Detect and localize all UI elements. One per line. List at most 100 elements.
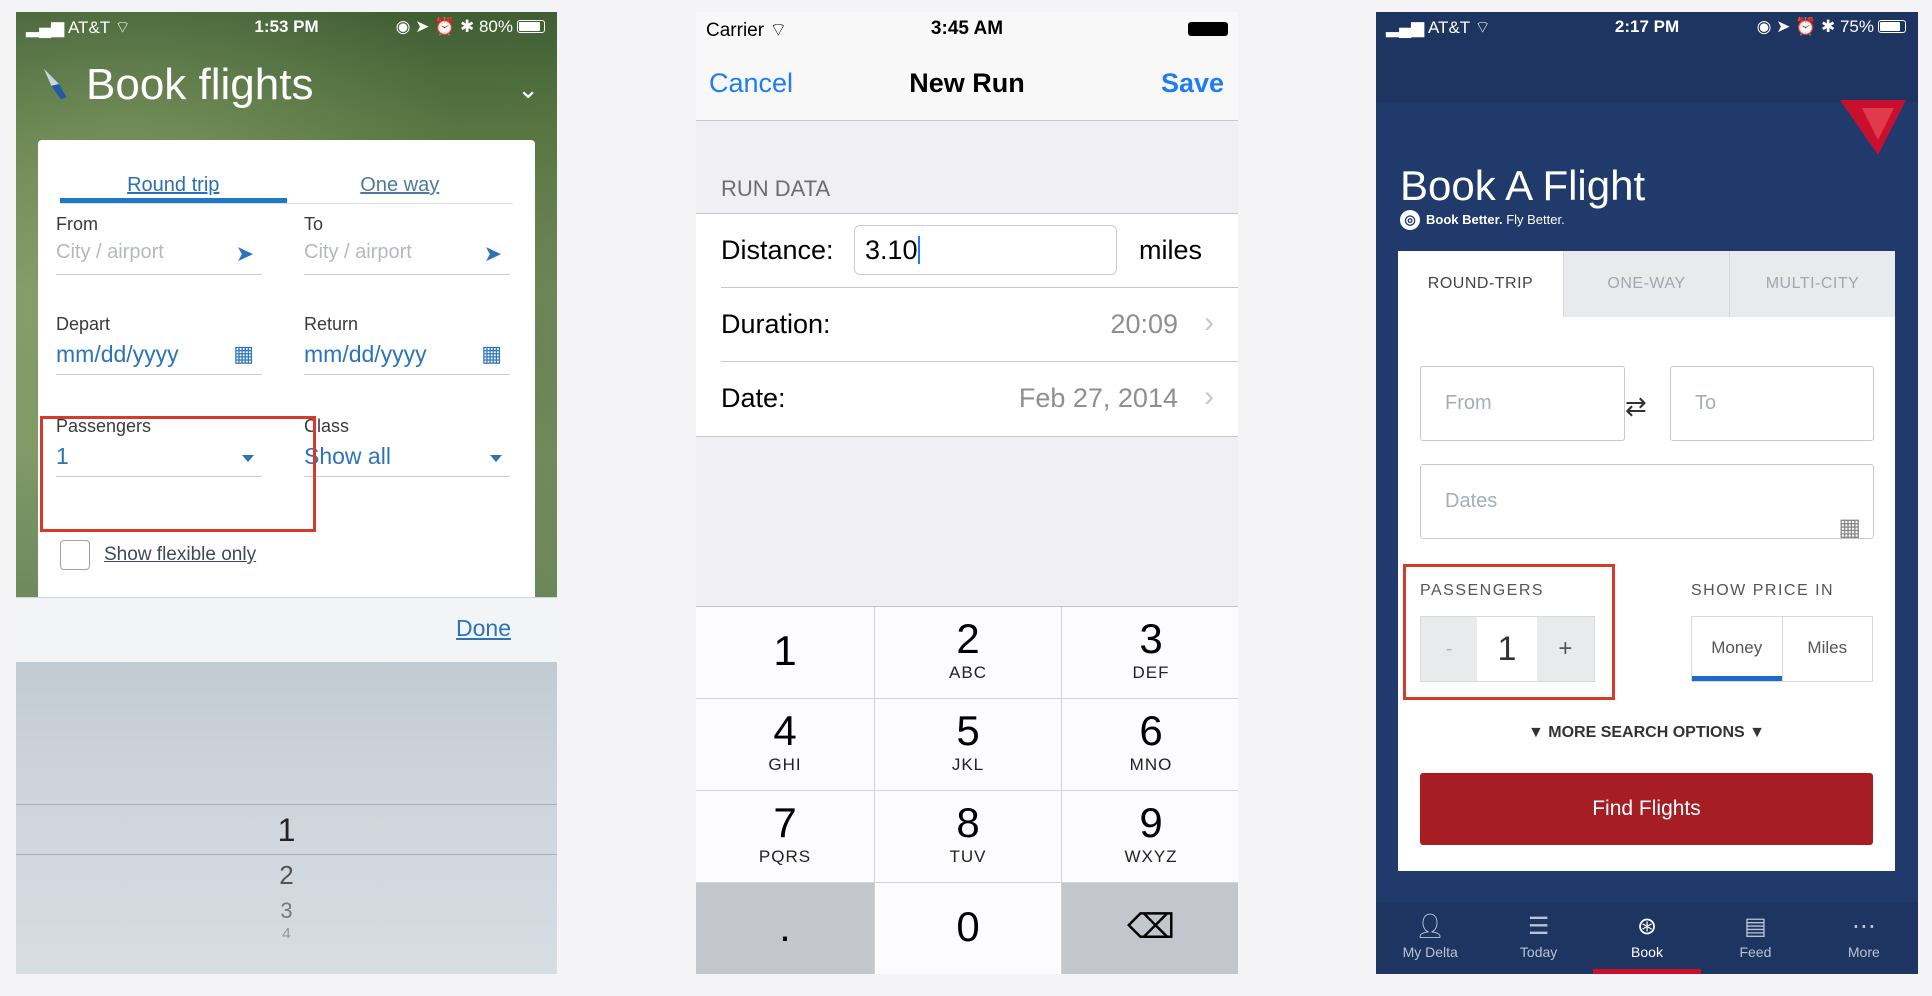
bottom-tab-bar: 👤︎ My Delta ☰ Today ⊛ Book ▤ Feed ⋯ More xyxy=(1376,902,1918,974)
class-label: Class xyxy=(304,416,350,436)
caret-down-icon xyxy=(490,455,502,462)
calendar-icon[interactable]: ▦ xyxy=(481,341,502,367)
battery-indicator: ◉ ➤ ⏰ ✱ 80% xyxy=(396,17,545,37)
page-title: New Run xyxy=(909,68,1025,98)
key-4[interactable]: 4 GHI xyxy=(696,699,874,790)
key-1[interactable]: 1 xyxy=(696,607,874,698)
picker-value[interactable]: 3 xyxy=(16,898,557,924)
depart-date-input[interactable]: mm/dd/yyyy ▦ xyxy=(56,341,262,375)
chevron-right-icon: › xyxy=(1204,306,1214,339)
flexible-option: Show flexible only xyxy=(60,540,256,570)
page-title: Book A Flight xyxy=(1400,162,1646,209)
feed-icon: ▤ xyxy=(1744,913,1767,940)
duration-row[interactable]: Duration: 20:09 › xyxy=(721,288,1238,362)
swap-icon[interactable]: ⇄ xyxy=(1625,391,1647,422)
tab-one-way[interactable]: One way xyxy=(287,170,514,203)
key-5[interactable]: 5 JKL xyxy=(875,699,1061,790)
class-select[interactable]: Show all xyxy=(304,443,510,477)
tab-one-way[interactable]: ONE-WAY xyxy=(1563,251,1729,317)
duration-label: Duration: xyxy=(721,309,831,339)
picker-value[interactable]: 2 xyxy=(16,860,557,891)
status-bar: ▂▄▆ AT&T ⌔ 1:53 PM ◉ ➤ ⏰ ✱ 80% xyxy=(16,12,557,42)
tab-round-trip[interactable]: Round trip xyxy=(60,170,287,203)
chevron-down-icon[interactable]: ⌄ xyxy=(517,74,539,105)
trip-type-tabs: ROUND-TRIP ONE-WAY MULTI-CITY xyxy=(1398,251,1895,317)
passenger-picker[interactable]: 1 2 3 4 xyxy=(16,662,557,974)
to-input[interactable]: To xyxy=(1670,366,1874,441)
show-price-label: SHOW PRICE IN xyxy=(1691,582,1835,599)
key-7[interactable]: 7 PQRS xyxy=(696,791,874,882)
duration-value: 20:09 xyxy=(1110,309,1178,339)
booking-panel: ROUND-TRIP ONE-WAY MULTI-CITY From ⇄ To … xyxy=(1398,251,1895,871)
tab-my-delta[interactable]: 👤︎ My Delta xyxy=(1376,902,1484,974)
dates-input[interactable]: Dates xyxy=(1420,464,1874,539)
tab-round-trip[interactable]: ROUND-TRIP xyxy=(1398,251,1563,317)
navigation-bar: Carrier ⌔ 3:45 AM Cancel New Run Save xyxy=(696,12,1238,121)
picker-value[interactable]: 4 xyxy=(16,926,557,938)
flexible-label[interactable]: Show flexible only xyxy=(104,544,256,566)
tab-book[interactable]: ⊛ Book xyxy=(1592,902,1702,974)
run-data-table: Distance: 3.10 miles Duration: 20:09 › D… xyxy=(696,213,1238,437)
page-title: Book flights xyxy=(86,60,314,109)
status-bar: Carrier ⌔ 3:45 AM xyxy=(696,12,1238,42)
done-button[interactable]: Done xyxy=(456,615,511,642)
new-run-screen: Carrier ⌔ 3:45 AM Cancel New Run Save RU… xyxy=(696,12,1238,974)
distance-unit: miles xyxy=(1138,235,1202,265)
more-search-options-link[interactable]: ▼ MORE SEARCH OPTIONS ▼ xyxy=(1398,724,1895,742)
price-segmented-control: Money Miles xyxy=(1691,616,1873,682)
miles-option[interactable]: Miles xyxy=(1781,617,1873,681)
highlight-box xyxy=(40,416,316,532)
location-arrow-icon[interactable]: ➤ xyxy=(236,241,254,267)
key-6[interactable]: 6 MNO xyxy=(1062,699,1238,790)
battery-indicator: ◉ ➤ ⏰ ✱ 75% xyxy=(1757,17,1906,37)
key-2[interactable]: 2 ABC xyxy=(875,607,1061,698)
date-row[interactable]: Date: Feb 27, 2014 › xyxy=(721,362,1238,436)
tab-more[interactable]: ⋯ More xyxy=(1810,902,1918,974)
return-label: Return xyxy=(304,314,359,334)
tab-multi-city[interactable]: MULTI-CITY xyxy=(1729,251,1895,317)
picker-divider xyxy=(16,854,557,855)
person-icon: 👤︎ xyxy=(1414,913,1446,940)
chevron-right-icon: › xyxy=(1204,380,1214,413)
distance-label: Distance: xyxy=(721,235,834,265)
from-input[interactable]: City / airport ➤ xyxy=(56,241,262,275)
backspace-icon: ⌫ xyxy=(1126,908,1176,946)
aa-book-flights-screen: ▂▄▆ AT&T ⌔ 1:53 PM ◉ ➤ ⏰ ✱ 80% Book flig… xyxy=(16,12,557,974)
return-date-input[interactable]: mm/dd/yyyy ▦ xyxy=(304,341,510,375)
from-input[interactable]: From xyxy=(1420,366,1625,441)
calendar-icon[interactable]: ▦ xyxy=(1838,513,1861,542)
distance-input[interactable]: 3.10 xyxy=(854,225,1117,275)
key-decimal[interactable]: . xyxy=(696,883,874,974)
key-0[interactable]: 0 xyxy=(875,883,1061,974)
save-button[interactable]: Save xyxy=(1161,68,1224,99)
depart-label: Depart xyxy=(56,314,111,334)
backspace-key[interactable]: ⌫ xyxy=(1062,883,1238,974)
list-icon: ☰ xyxy=(1527,913,1550,940)
class-field: Class Show all xyxy=(304,416,510,477)
picker-divider xyxy=(16,804,557,805)
book-icon: ⊛ xyxy=(1636,913,1658,940)
picker-value[interactable]: 1 xyxy=(16,812,557,849)
find-flights-button[interactable]: Find Flights xyxy=(1420,773,1873,845)
airline-logo-icon xyxy=(43,68,71,100)
flexible-checkbox[interactable] xyxy=(60,540,90,570)
distance-row: Distance: 3.10 miles xyxy=(721,214,1238,288)
date-value: Feb 27, 2014 xyxy=(1018,383,1178,413)
key-9[interactable]: 9 WXYZ xyxy=(1062,791,1238,882)
to-input[interactable]: City / airport ➤ xyxy=(304,241,510,275)
trip-type-tabs: Round trip One way xyxy=(60,170,513,204)
battery-icon xyxy=(517,20,545,33)
date-label: Date: xyxy=(721,383,786,413)
picker-toolbar: Done xyxy=(16,597,557,662)
section-header: RUN DATA xyxy=(721,176,831,201)
location-arrow-icon[interactable]: ➤ xyxy=(484,241,502,267)
tab-today[interactable]: ☰ Today xyxy=(1484,902,1592,974)
text-cursor xyxy=(917,236,920,264)
key-8[interactable]: 8 TUV xyxy=(875,791,1061,882)
calendar-icon[interactable]: ▦ xyxy=(233,341,254,367)
return-field: Return mm/dd/yyyy ▦ xyxy=(304,314,510,375)
from-label: From xyxy=(56,214,98,234)
tab-feed[interactable]: ▤ Feed xyxy=(1701,902,1809,974)
key-3[interactable]: 3 DEF xyxy=(1062,607,1238,698)
money-option[interactable]: Money xyxy=(1692,617,1782,681)
